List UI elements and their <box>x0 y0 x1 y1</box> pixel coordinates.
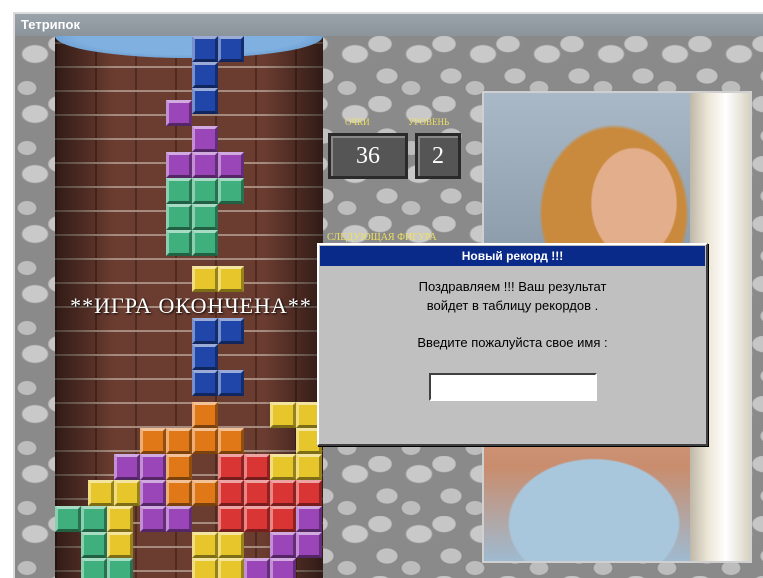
name-prompt: Введите пожалуйста свое имя : <box>417 335 608 350</box>
block <box>244 558 270 578</box>
block <box>114 454 140 480</box>
block <box>218 152 244 178</box>
block <box>218 266 244 292</box>
block <box>140 428 166 454</box>
next-piece-label: СЛЕДУЮЩАЯ ФИГУРА <box>327 232 437 243</box>
block <box>166 506 192 532</box>
block <box>166 428 192 454</box>
block <box>166 454 192 480</box>
block <box>166 152 192 178</box>
block <box>140 454 166 480</box>
block <box>296 480 322 506</box>
block <box>192 480 218 506</box>
block <box>218 428 244 454</box>
block <box>218 506 244 532</box>
block <box>166 204 192 230</box>
block <box>192 428 218 454</box>
block <box>192 126 218 152</box>
block <box>166 178 192 204</box>
block <box>296 454 322 480</box>
block <box>192 152 218 178</box>
block <box>192 178 218 204</box>
block <box>218 36 244 62</box>
block <box>166 230 192 256</box>
block <box>270 480 296 506</box>
game-area: **ИГРА ОКОНЧЕНА** ОЧКИ УРОВЕНЬ 36 2 СЛЕД… <box>15 36 763 578</box>
block <box>244 454 270 480</box>
block <box>218 318 244 344</box>
block <box>192 36 218 62</box>
block <box>218 454 244 480</box>
block <box>192 532 218 558</box>
block <box>270 532 296 558</box>
block <box>140 506 166 532</box>
block <box>107 506 133 532</box>
block <box>166 480 192 506</box>
game-over-text: **ИГРА ОКОНЧЕНА** <box>70 293 312 318</box>
block <box>192 204 218 230</box>
block <box>192 88 218 114</box>
block <box>140 480 166 506</box>
block <box>114 480 140 506</box>
block <box>296 532 322 558</box>
block <box>244 506 270 532</box>
block <box>192 344 218 370</box>
level-counter: 2 <box>415 133 461 179</box>
block <box>192 370 218 396</box>
block <box>270 558 296 578</box>
block <box>192 62 218 88</box>
dialog-message-line1: Поздравляем !!! Ваш результат <box>418 279 607 294</box>
block <box>166 100 192 126</box>
block <box>270 402 296 428</box>
block <box>107 558 133 578</box>
block <box>192 558 218 578</box>
block <box>192 402 218 428</box>
dialog-message-line2: войдет в таблицу рекордов . <box>426 298 599 313</box>
score-counter: 36 <box>328 133 408 179</box>
new-record-dialog: Новый рекорд !!! Поздравляем !!! Ваш рез… <box>317 243 708 446</box>
dialog-message: Поздравляем !!! Ваш результат войдет в т… <box>319 277 706 315</box>
block <box>218 370 244 396</box>
player-name-input[interactable] <box>429 373 597 401</box>
block <box>270 506 296 532</box>
block <box>218 558 244 578</box>
block <box>270 454 296 480</box>
block <box>192 318 218 344</box>
block <box>218 178 244 204</box>
window-title: Тетрипок <box>15 14 763 36</box>
block <box>192 266 218 292</box>
block <box>81 506 107 532</box>
block <box>88 480 114 506</box>
block <box>218 532 244 558</box>
level-label: УРОВЕНЬ <box>408 117 450 127</box>
block <box>81 558 107 578</box>
block <box>218 480 244 506</box>
block <box>55 506 81 532</box>
block <box>81 532 107 558</box>
block <box>107 532 133 558</box>
score-label: ОЧКИ <box>345 117 370 127</box>
block <box>296 506 322 532</box>
block <box>192 230 218 256</box>
game-window: Тетрипок **ИГРА ОКОНЧЕНА** ОЧКИ УРОВЕНЬ … <box>13 12 763 578</box>
dialog-title: Новый рекорд !!! <box>320 246 705 266</box>
block <box>244 480 270 506</box>
